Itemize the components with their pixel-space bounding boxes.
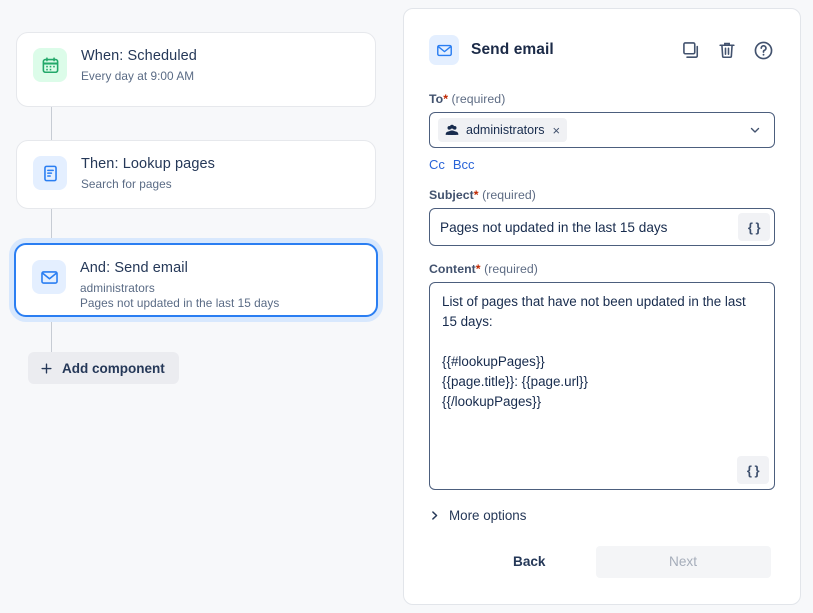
next-button[interactable]: Next <box>596 546 771 578</box>
page-title: Send email <box>471 41 554 59</box>
subject-label-text: Subject <box>429 188 474 202</box>
to-dropdown-toggle[interactable] <box>734 113 774 147</box>
content-textarea[interactable]: List of pages that have not been updated… <box>430 283 774 489</box>
cc-link[interactable]: Cc <box>429 157 445 172</box>
bcc-link[interactable]: Bcc <box>453 157 475 172</box>
required-hint: (required) <box>482 188 536 202</box>
content-field-label: Content* (required) <box>429 262 775 276</box>
envelope-icon <box>32 260 66 294</box>
help-button[interactable] <box>751 38 775 62</box>
send-email-details-panel: Send email <box>403 8 801 605</box>
connector-line-3 <box>51 317 52 352</box>
required-asterisk: * <box>443 92 448 106</box>
content-insert-variable-button[interactable]: { } <box>737 456 769 484</box>
required-hint: (required) <box>452 92 506 106</box>
duplicate-icon <box>681 40 701 60</box>
flow-card-subtitle: Search for pages <box>81 177 215 192</box>
workflow-builder-screen: When: Scheduled Every day at 9:00 AM The… <box>0 0 813 613</box>
flow-card-body: And: Send email administrators Pages not… <box>80 259 279 311</box>
flow-card-title: When: Scheduled <box>81 47 197 66</box>
connector-line-1 <box>51 107 52 140</box>
required-asterisk: * <box>476 262 481 276</box>
duplicate-button[interactable] <box>679 38 703 62</box>
to-recipients-select[interactable]: administrators × <box>429 112 775 148</box>
envelope-icon <box>429 35 459 65</box>
cc-bcc-links: Cc Bcc <box>429 157 775 172</box>
flow-card-subtitle: administrators Pages not updated in the … <box>80 281 279 311</box>
to-label-text: To <box>429 92 443 106</box>
connector-line-2 <box>51 209 52 243</box>
plus-icon <box>39 361 54 376</box>
flow-card-lookup-pages[interactable]: Then: Lookup pages Search for pages <box>16 140 376 209</box>
flow-card-subtitle-recipient: administrators <box>80 281 279 296</box>
flow-card-subtitle-subject: Pages not updated in the last 15 days <box>80 296 279 311</box>
subject-input[interactable] <box>430 209 774 245</box>
panel-header: Send email <box>429 33 775 67</box>
subject-input-wrapper: { } <box>429 208 775 246</box>
calendar-icon <box>33 48 67 82</box>
remove-recipient-icon[interactable]: × <box>553 124 561 137</box>
workflow-flow-rail: When: Scheduled Every day at 9:00 AM The… <box>0 0 400 613</box>
flow-card-send-email[interactable]: And: Send email administrators Pages not… <box>14 243 378 317</box>
back-button[interactable]: Back <box>491 545 568 578</box>
flow-card-subtitle-line: Search for pages <box>81 177 215 192</box>
more-options-toggle[interactable]: More options <box>429 508 526 523</box>
flow-card-subtitle-line: Every day at 9:00 AM <box>81 69 197 84</box>
required-asterisk: * <box>474 188 479 202</box>
question-circle-icon <box>753 40 774 61</box>
group-icon <box>445 124 459 137</box>
add-component-label: Add component <box>62 361 165 376</box>
subject-insert-variable-button[interactable]: { } <box>738 213 770 241</box>
chevron-right-icon <box>429 509 440 522</box>
flow-card-body: Then: Lookup pages Search for pages <box>81 155 215 192</box>
panel-footer: Back Next <box>429 545 775 578</box>
chevron-down-icon <box>748 123 762 137</box>
more-options-label: More options <box>449 508 526 523</box>
flow-card-title: Then: Lookup pages <box>81 155 215 174</box>
to-field-label: To* (required) <box>429 92 775 106</box>
required-hint: (required) <box>484 262 538 276</box>
trash-icon <box>717 40 737 60</box>
recipient-chip-administrators[interactable]: administrators × <box>438 118 567 142</box>
content-textarea-wrapper: List of pages that have not been updated… <box>429 282 775 490</box>
document-icon <box>33 156 67 190</box>
panel-action-group <box>679 38 775 62</box>
subject-field-label: Subject* (required) <box>429 188 775 202</box>
flow-card-subtitle: Every day at 9:00 AM <box>81 69 197 84</box>
content-label-text: Content <box>429 262 476 276</box>
flow-card-body: When: Scheduled Every day at 9:00 AM <box>81 47 197 84</box>
recipient-chip-label: administrators <box>466 123 545 137</box>
flow-card-when-scheduled[interactable]: When: Scheduled Every day at 9:00 AM <box>16 32 376 107</box>
add-component-button[interactable]: Add component <box>28 352 179 384</box>
delete-button[interactable] <box>715 38 739 62</box>
flow-card-title: And: Send email <box>80 259 279 278</box>
